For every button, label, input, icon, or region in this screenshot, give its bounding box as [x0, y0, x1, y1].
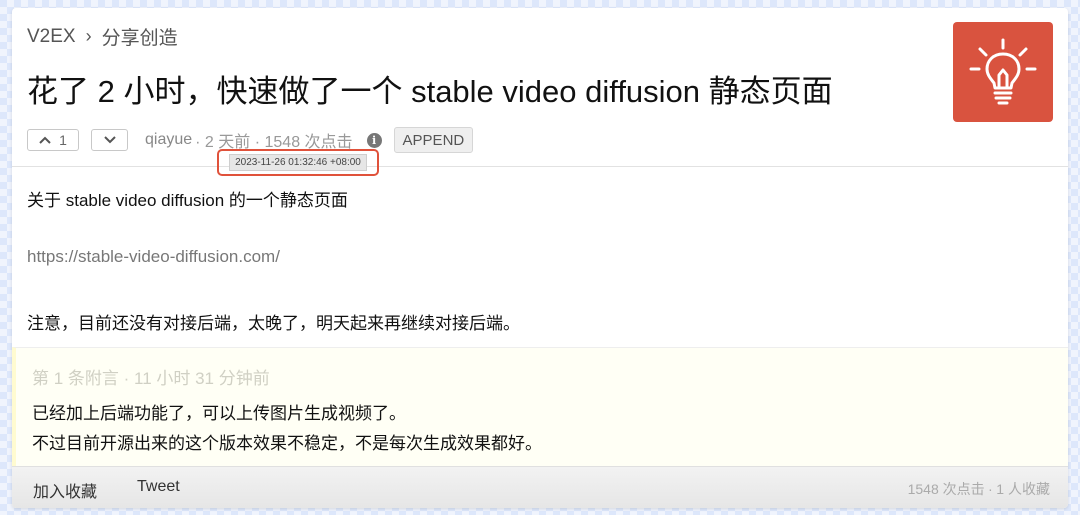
tweet-link[interactable]: Tweet — [137, 478, 180, 496]
topic-header: V2EX › 分享创造 花了 2 小时，快速做了一个 stable video … — [12, 8, 1068, 176]
breadcrumb-separator: › — [85, 26, 92, 46]
breadcrumb-node-link[interactable]: 分享创造 — [102, 23, 178, 50]
chevron-down-icon — [103, 136, 116, 144]
author-link[interactable]: qiayue — [145, 131, 192, 149]
topic-footer: 加入收藏 Tweet 1548 次点击 ∙ 1 人收藏 — [12, 466, 1068, 508]
chevron-up-icon — [39, 136, 51, 144]
info-icon[interactable]: i — [366, 132, 382, 148]
append-button[interactable]: APPEND — [393, 127, 474, 153]
supplement-header: 第 1 条附言 · 11 小时 31 分钟前 — [32, 369, 270, 388]
supplement-line: 已经加上后端功能了，可以上传图片生成视频了。 — [32, 404, 406, 423]
topic-stats: 1548 次点击 ∙ 1 人收藏 — [907, 481, 1050, 497]
content-link[interactable]: https://stable-video-diffusion.com/ — [27, 247, 280, 267]
downvote-button[interactable] — [91, 129, 128, 151]
supplement-line: 不过目前开源出来的这个版本效果不稳定，不是每次生成效果都好。 — [32, 434, 542, 453]
node-logo[interactable] — [953, 22, 1053, 122]
upvote-count: 1 — [59, 132, 67, 148]
topic-card: V2EX › 分享创造 花了 2 小时，快速做了一个 stable video … — [12, 8, 1068, 508]
lightbulb-icon — [969, 38, 1037, 105]
breadcrumb: V2EX › 分享创造 — [27, 23, 178, 50]
upvote-button[interactable]: 1 — [27, 129, 79, 151]
supplement-box: 第 1 条附言 · 11 小时 31 分钟前 已经加上后端功能了，可以上传图片生… — [12, 347, 1068, 466]
breadcrumb-site-link[interactable]: V2EX — [27, 26, 76, 48]
topic-content: 关于 stable video diffusion 的一个静态页面 https:… — [12, 167, 1068, 347]
content-line: 注意，目前还没有对接后端，太晚了，明天起来再继续对接后端。 — [27, 314, 520, 333]
timestamp-tooltip: 2023-11-26 01:32:46 +08:00 — [217, 149, 379, 176]
add-favorite-link[interactable]: 加入收藏 — [33, 478, 97, 502]
tooltip-timestamp: 2023-11-26 01:32:46 +08:00 — [229, 154, 367, 171]
topic-title: 花了 2 小时，快速做了一个 stable video diffusion 静态… — [27, 74, 833, 109]
content-line: 关于 stable video diffusion 的一个静态页面 — [27, 191, 348, 210]
